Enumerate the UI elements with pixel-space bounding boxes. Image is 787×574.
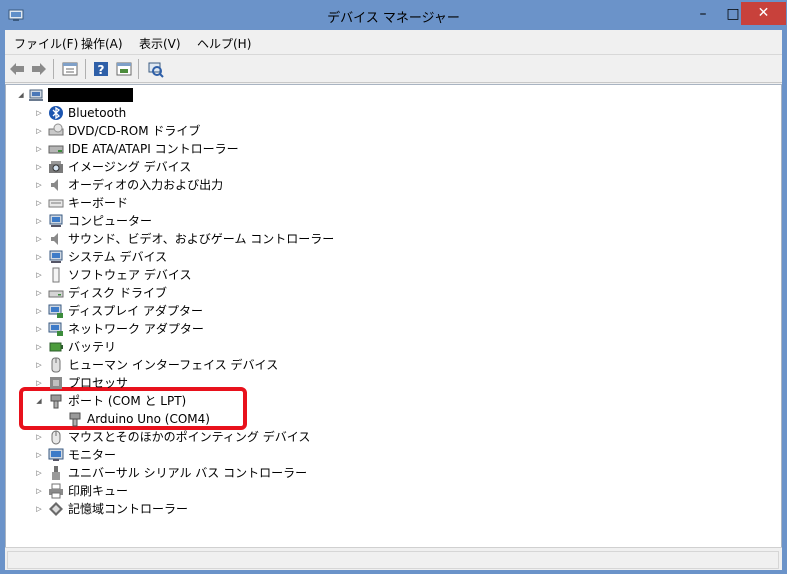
menu-action[interactable]: 操作(A) bbox=[81, 35, 123, 52]
toolbar-separator bbox=[85, 59, 86, 79]
tree-item-label: イメージング デバイス bbox=[68, 160, 192, 174]
minimize-button[interactable]: – bbox=[688, 4, 718, 25]
collapse-arrow-icon[interactable]: ◢ bbox=[16, 86, 26, 104]
toolbar: ? bbox=[5, 55, 782, 83]
scan-hardware-icon[interactable] bbox=[146, 60, 164, 78]
storage-controller-icon bbox=[49, 502, 63, 516]
mouse-icon bbox=[51, 430, 61, 445]
tree-item-label: DVD/CD-ROM ドライブ bbox=[68, 124, 201, 138]
status-pane bbox=[7, 551, 779, 569]
menu-help[interactable]: ヘルプ(H) bbox=[197, 35, 251, 52]
usb-icon bbox=[52, 466, 60, 480]
hid-icon bbox=[51, 357, 61, 373]
tree-item-label: ソフトウェア デバイス bbox=[68, 268, 192, 282]
system-device-icon bbox=[49, 250, 63, 263]
expand-arrow-icon[interactable]: ▷ bbox=[34, 284, 44, 302]
expand-arrow-icon[interactable]: ▷ bbox=[34, 230, 44, 248]
keyboard-icon bbox=[48, 199, 64, 208]
expand-arrow-icon[interactable]: ▷ bbox=[34, 446, 44, 464]
tree-item-label: マウスとそのほかのポインティング デバイス bbox=[68, 430, 311, 444]
tree-item-label: システム デバイス bbox=[68, 250, 168, 264]
expand-arrow-icon[interactable]: ▷ bbox=[34, 194, 44, 212]
client-area: ファイル(F) 操作(A) 表示(V) ヘルプ(H) ? ◢ ▷ Bluetoo… bbox=[5, 30, 782, 570]
device-tree[interactable]: ◢ ▷ Bluetooth ▷ DVD/CD-ROM ドライブ ▷ IDE ATA/ATA… bbox=[5, 84, 782, 548]
expand-arrow-icon[interactable]: ▷ bbox=[34, 482, 44, 500]
display-adapter-icon bbox=[48, 304, 63, 318]
computer-icon bbox=[49, 214, 63, 227]
sound-icon bbox=[51, 233, 58, 245]
battery-icon bbox=[49, 342, 63, 352]
bluetooth-icon bbox=[49, 106, 63, 120]
expand-arrow-icon[interactable]: ▷ bbox=[34, 212, 44, 230]
expand-arrow-icon[interactable]: ▷ bbox=[34, 338, 44, 356]
window-title: デバイス マネージャー bbox=[327, 11, 460, 26]
port-icon bbox=[69, 412, 81, 427]
camera-icon bbox=[49, 161, 63, 173]
svg-text:?: ? bbox=[98, 63, 105, 77]
expand-arrow-icon[interactable]: ▷ bbox=[34, 266, 44, 284]
expand-arrow-icon[interactable]: ▷ bbox=[34, 248, 44, 266]
tree-item-label: Bluetooth bbox=[68, 106, 127, 120]
title-bar[interactable]: デバイス マネージャー – □ ✕ bbox=[0, 0, 787, 30]
tree-item-label: プロセッサ bbox=[68, 376, 129, 390]
properties-list-icon[interactable] bbox=[61, 60, 79, 78]
tree-item-label: ヒューマン インターフェイス デバイス bbox=[68, 358, 279, 372]
software-device-icon bbox=[52, 267, 60, 283]
printer-icon bbox=[49, 483, 63, 499]
processor-icon bbox=[50, 377, 62, 389]
close-button[interactable]: ✕ bbox=[741, 2, 786, 25]
tree-item-label: キーボード bbox=[68, 196, 129, 210]
expand-arrow-icon[interactable]: ▷ bbox=[34, 176, 44, 194]
tree-item-label: モニター bbox=[68, 448, 117, 462]
tree-item-label: ディスプレイ アダプター bbox=[68, 304, 203, 318]
tree-item-label: ユニバーサル シリアル バス コントローラー bbox=[68, 466, 308, 480]
tree-item-label: ポート (COM と LPT) bbox=[68, 394, 187, 408]
tree-item-label: IDE ATA/ATAPI コントローラー bbox=[68, 142, 239, 156]
expand-arrow-icon[interactable]: ▷ bbox=[34, 302, 44, 320]
status-bar bbox=[5, 547, 782, 570]
expand-arrow-icon[interactable]: ▷ bbox=[34, 140, 44, 158]
tree-item-label: 印刷キュー bbox=[68, 484, 129, 498]
menu-bar: ファイル(F) 操作(A) 表示(V) ヘルプ(H) bbox=[5, 30, 782, 55]
disk-drive-icon bbox=[48, 290, 64, 298]
back-arrow-icon[interactable] bbox=[8, 60, 26, 78]
dvd-drive-icon bbox=[48, 123, 64, 136]
tree-item-label: コンピューター bbox=[68, 214, 153, 228]
toolbar-separator bbox=[138, 59, 139, 79]
ide-controller-icon bbox=[48, 145, 64, 154]
help-icon[interactable]: ? bbox=[92, 60, 110, 78]
tree-item-label: ディスク ドライブ bbox=[68, 286, 167, 300]
forward-arrow-icon[interactable] bbox=[30, 60, 48, 78]
tree-item-label: オーディオの入力および出力 bbox=[68, 178, 224, 192]
tree-item-label: バッテリ bbox=[68, 340, 117, 354]
tree-item-label: ネットワーク アダプター bbox=[68, 322, 204, 336]
collapse-arrow-icon[interactable]: ◢ bbox=[34, 392, 44, 410]
network-adapter-icon bbox=[48, 322, 63, 336]
computer-name-redacted bbox=[48, 88, 133, 102]
computer-root-icon bbox=[29, 89, 43, 101]
expand-arrow-icon[interactable]: ▷ bbox=[34, 104, 44, 122]
tree-child-label: Arduino Uno (COM4) bbox=[87, 412, 210, 426]
expand-arrow-icon[interactable]: ▷ bbox=[34, 428, 44, 446]
expand-arrow-icon[interactable]: ▷ bbox=[34, 500, 44, 518]
toolbar-separator bbox=[53, 59, 54, 79]
update-driver-icon[interactable] bbox=[115, 60, 133, 78]
port-icon bbox=[50, 394, 62, 409]
expand-arrow-icon[interactable]: ▷ bbox=[34, 374, 44, 392]
tree-item-label: サウンド、ビデオ、およびゲーム コントローラー bbox=[68, 232, 335, 246]
expand-arrow-icon[interactable]: ▷ bbox=[34, 356, 44, 374]
device-manager-window: デバイス マネージャー – □ ✕ ファイル(F) 操作(A) 表示(V) ヘル… bbox=[0, 0, 787, 574]
speaker-icon bbox=[51, 179, 58, 191]
expand-arrow-icon[interactable]: ▷ bbox=[34, 320, 44, 338]
menu-file[interactable]: ファイル(F) bbox=[14, 35, 78, 52]
expand-arrow-icon[interactable]: ▷ bbox=[34, 464, 44, 482]
tree-item-label: 記憶域コントローラー bbox=[68, 502, 189, 516]
expand-arrow-icon[interactable]: ▷ bbox=[34, 122, 44, 140]
expand-arrow-icon[interactable]: ▷ bbox=[34, 158, 44, 176]
monitor-icon bbox=[48, 448, 64, 461]
menu-view[interactable]: 表示(V) bbox=[139, 35, 181, 52]
